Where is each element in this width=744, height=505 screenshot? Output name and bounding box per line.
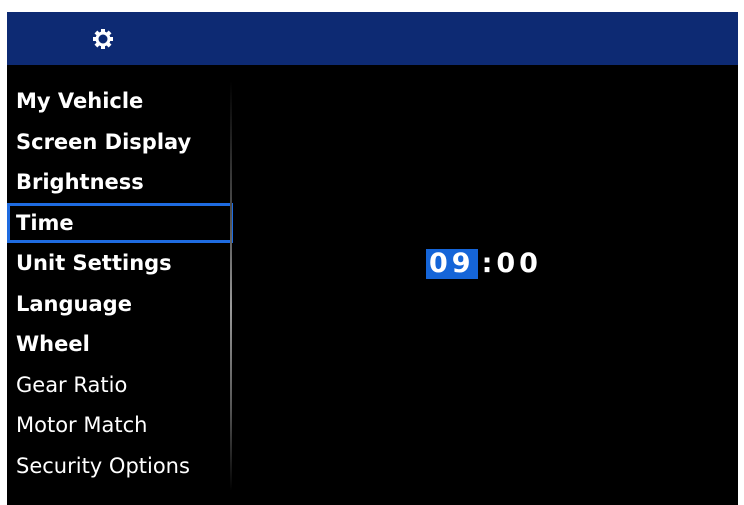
time-display: 09 : 00 [426, 247, 542, 281]
minutes-field[interactable]: 00 [496, 249, 542, 279]
menu-item-wheel[interactable]: Wheel [7, 324, 233, 365]
menu-item-brightness[interactable]: Brightness [7, 162, 233, 203]
settings-menu: My Vehicle Screen Display Brightness Tim… [7, 81, 233, 486]
menu-item-security-options[interactable]: Security Options [7, 446, 233, 487]
menu-item-my-vehicle[interactable]: My Vehicle [7, 81, 233, 122]
menu-item-time[interactable]: Time [7, 202, 233, 243]
gear-icon[interactable] [90, 26, 116, 52]
time-separator: : [481, 248, 493, 279]
menu-item-language[interactable]: Language [7, 284, 233, 325]
hours-field[interactable]: 09 [426, 249, 478, 279]
device-screen: My Vehicle Screen Display Brightness Tim… [7, 12, 738, 505]
menu-item-gear-ratio[interactable]: Gear Ratio [7, 365, 233, 406]
menu-item-screen-display[interactable]: Screen Display [7, 122, 233, 163]
menu-item-motor-match[interactable]: Motor Match [7, 405, 233, 446]
menu-item-unit-settings[interactable]: Unit Settings [7, 243, 233, 284]
header-bar [7, 12, 738, 65]
menu-divider [230, 81, 232, 491]
